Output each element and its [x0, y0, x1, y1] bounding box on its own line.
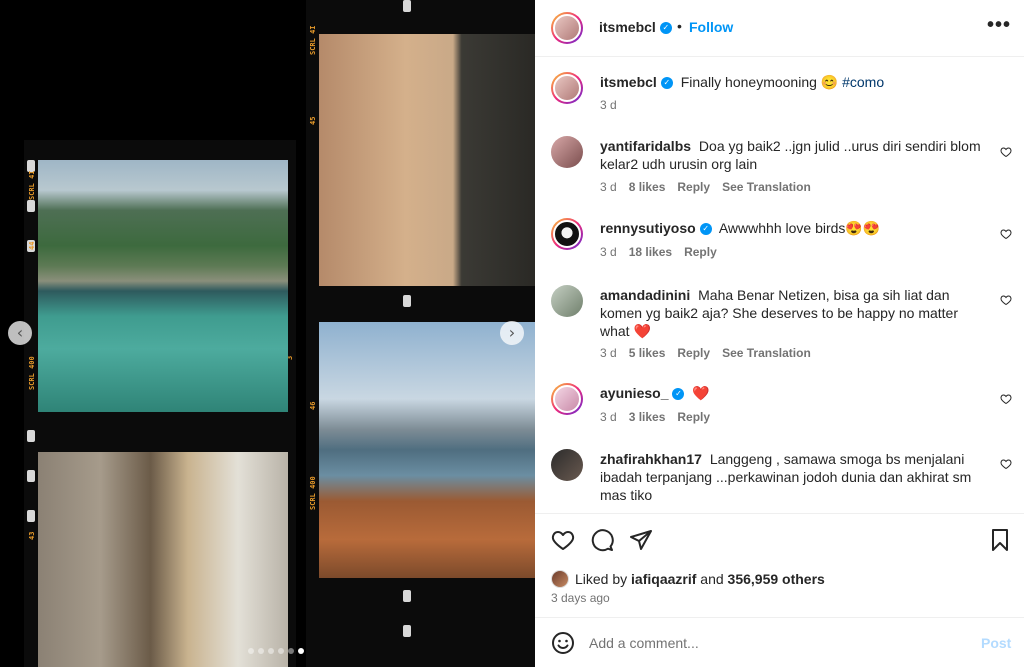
caption-text: Finally honeymooning 😊	[680, 74, 839, 90]
photo-boat-lake	[319, 322, 535, 578]
reply-button[interactable]: Reply	[684, 245, 717, 259]
see-translation-button[interactable]: See Translation	[722, 180, 811, 194]
reply-button[interactable]: Reply	[677, 410, 710, 424]
carousel-dot[interactable]	[278, 648, 284, 654]
carousel-dot-active[interactable]	[298, 648, 304, 654]
author-avatar[interactable]	[551, 72, 583, 104]
author-avatar[interactable]	[551, 12, 583, 44]
comments-list[interactable]: itsmebcl ✓ Finally honeymooning 😊 #como 3…	[535, 57, 1024, 513]
comment-likes[interactable]: 8 likes	[629, 180, 666, 194]
verified-icon: ✓	[699, 223, 712, 236]
film-label: 43	[28, 531, 36, 540]
verified-icon: ✓	[659, 22, 672, 35]
film-label: 46	[309, 401, 317, 410]
carousel-next-button[interactable]: ›	[500, 321, 524, 345]
post-actions: Liked by iafiqaazrif and 356,959 others …	[535, 513, 1024, 617]
save-bookmark-icon[interactable]	[988, 528, 1012, 552]
comment-time: 3 d	[600, 346, 617, 360]
likes-count[interactable]: 356,959 others	[728, 571, 825, 587]
post-timestamp[interactable]: 3 days ago	[551, 591, 610, 605]
like-comment-heart-icon[interactable]	[1000, 146, 1012, 158]
like-heart-icon[interactable]	[551, 528, 575, 552]
commenter-avatar[interactable]	[551, 218, 583, 250]
like-comment-heart-icon[interactable]	[1000, 458, 1012, 470]
comment-likes[interactable]: 18 likes	[629, 245, 672, 259]
like-comment-heart-icon[interactable]	[1000, 393, 1012, 405]
comment-username[interactable]: zhafirahkhan17	[600, 451, 702, 467]
comment-bubble-icon[interactable]	[590, 528, 614, 552]
photo-shop-front	[38, 452, 288, 667]
comment-input[interactable]	[589, 632, 969, 654]
post-media-viewer: SCRL 4I SCRL 400 44 43 SCRL 4I 45 46 SCR…	[0, 0, 535, 667]
comment-time: 3 d	[600, 410, 617, 424]
commenter-avatar[interactable]	[551, 383, 583, 415]
post-details-panel: itsmebcl ✓ • Follow ••• itsmebcl ✓ Finally…	[535, 0, 1024, 667]
comment-username[interactable]: yantifaridalbs	[600, 138, 691, 154]
film-label: SCRL 400	[309, 476, 317, 510]
see-translation-button[interactable]: See Translation	[722, 346, 811, 360]
hashtag-link[interactable]: #como	[842, 74, 884, 90]
photo-infinity-pool	[38, 160, 288, 412]
reply-button[interactable]: Reply	[677, 180, 710, 194]
separator-dot: •	[677, 18, 682, 34]
add-comment-bar: Post	[535, 617, 1024, 667]
carousel-prev-button[interactable]: ‹	[8, 321, 32, 345]
commenter-avatar[interactable]	[551, 285, 583, 317]
reply-button[interactable]: Reply	[677, 346, 710, 360]
film-label: SCRL 4I	[28, 170, 36, 200]
carousel-dot[interactable]	[248, 648, 254, 654]
photo-man-portrait	[319, 34, 535, 286]
film-label: 45	[309, 116, 317, 125]
liker-username[interactable]: iafiqaazrif	[631, 571, 696, 587]
follow-button[interactable]: Follow	[689, 19, 733, 35]
caption-time: 3 d	[600, 98, 617, 112]
comment-text: ❤️	[692, 385, 710, 401]
verified-icon: ✓	[672, 388, 685, 401]
film-label: SCRL 400	[28, 356, 36, 390]
carousel-dots	[248, 648, 304, 654]
like-comment-heart-icon[interactable]	[1000, 294, 1012, 306]
carousel-dot[interactable]	[268, 648, 274, 654]
comment-username[interactable]: rennysutiyoso ✓	[600, 220, 712, 236]
commenter-avatar[interactable]	[551, 449, 583, 481]
sprocket-column	[24, 140, 38, 667]
post-header: itsmebcl ✓ • Follow •••	[535, 0, 1024, 57]
comment-username[interactable]: amandadinini	[600, 287, 690, 303]
more-options-icon[interactable]: •••	[987, 14, 1011, 37]
comment-likes[interactable]: 5 likes	[629, 346, 666, 360]
like-comment-heart-icon[interactable]	[1000, 228, 1012, 240]
film-label: 44	[28, 241, 36, 250]
comment-time: 3 d	[600, 245, 617, 259]
comment-text: Awwwhhh love birds😍😍	[718, 220, 881, 236]
comment-time: 3 d	[600, 180, 617, 194]
likes-summary: Liked by iafiqaazrif and 356,959 others	[551, 570, 825, 588]
film-label: SCRL 4I	[309, 25, 317, 55]
post-comment-button[interactable]: Post	[981, 635, 1011, 651]
commenter-avatar[interactable]	[551, 136, 583, 168]
caption-username[interactable]: itsmebcl ✓	[600, 74, 673, 90]
carousel-dot[interactable]	[258, 648, 264, 654]
author-username[interactable]: itsmebcl ✓	[599, 19, 672, 35]
liker-avatar[interactable]	[551, 570, 569, 588]
carousel-dot[interactable]	[288, 648, 294, 654]
comment-likes[interactable]: 3 likes	[629, 410, 666, 424]
verified-icon: ✓	[660, 77, 673, 90]
share-send-icon[interactable]	[629, 528, 653, 552]
comment-username[interactable]: ayunieso_ ✓	[600, 385, 685, 401]
emoji-icon[interactable]	[551, 631, 575, 655]
